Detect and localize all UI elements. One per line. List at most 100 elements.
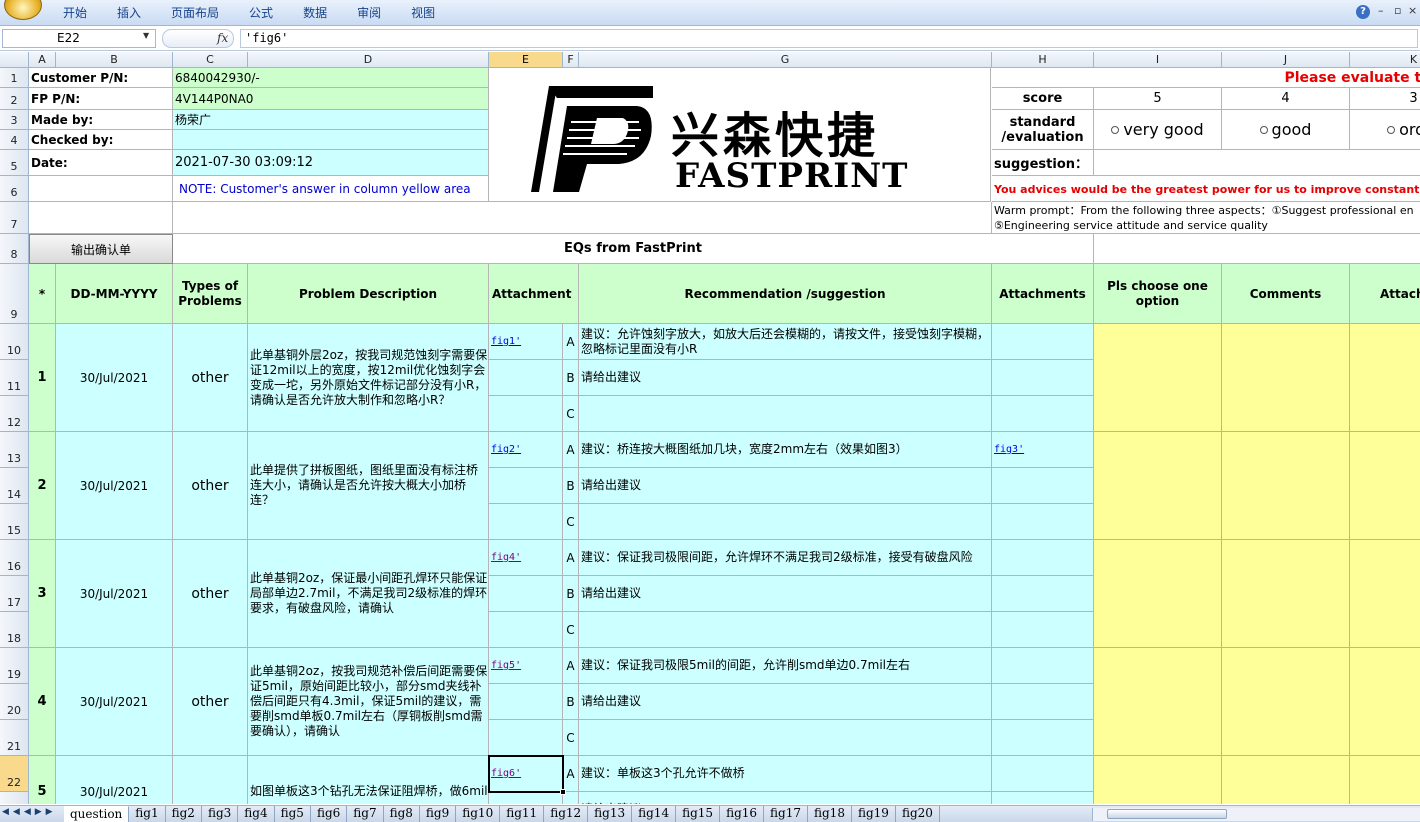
made-by-value[interactable]: 杨荣广 [173,110,489,130]
option-attachment-blank[interactable] [992,792,1094,804]
ribbon-tab-2[interactable]: 页面布局 [156,0,234,26]
row-header-20[interactable]: 20 [0,684,29,720]
sheet-tab-fig13[interactable]: fig13 [588,806,633,822]
option-attachment-blank[interactable] [992,720,1094,756]
option-letter[interactable]: B [563,468,579,504]
horizontal-scrollbar[interactable] [1092,808,1420,821]
checked-by-label[interactable]: Checked by: [29,130,173,150]
date-value[interactable]: 2021-07-30 03:09:12 [173,150,489,176]
row-header-3[interactable]: 3 [0,110,29,130]
question-date[interactable]: 30/Jul/2021 [56,648,173,756]
option-attachment-blank[interactable] [992,396,1094,432]
sheet-tab-fig5[interactable]: fig5 [275,806,311,822]
option-text[interactable]: 建议：保证我司极限间距，允许焊环不满足我司2级标准，接受有破盘风险 [579,540,992,576]
sheet-tab-fig7[interactable]: fig7 [347,806,384,822]
option-letter[interactable]: A [563,432,579,468]
row-header-23[interactable]: 23 [0,792,29,804]
ribbon-tab-5[interactable]: 审阅 [342,0,396,26]
column-header-K[interactable]: K [1350,52,1420,68]
fp-pn-label[interactable]: FP P/N: [29,88,173,110]
option-attachment-blank[interactable] [992,576,1094,612]
sheet-tab-fig20[interactable]: fig20 [896,806,940,822]
radio-icon[interactable] [1111,125,1120,134]
answer-choice-cell[interactable] [1094,648,1222,756]
header-types[interactable]: Types of Problems [173,264,248,324]
row-header-10[interactable]: 10 [0,324,29,360]
sheet-tab-fig15[interactable]: fig15 [676,806,721,822]
row-header-19[interactable]: 19 [0,648,29,684]
ribbon-tab-0[interactable]: 开始 [48,0,102,26]
sheet-tab-fig14[interactable]: fig14 [632,806,677,822]
sheet-tab-fig4[interactable]: fig4 [238,806,275,822]
ribbon-tab-1[interactable]: 插入 [102,0,156,26]
standard-evaluation-label[interactable]: standard /evaluation [992,110,1094,150]
attachment-blank[interactable] [489,792,563,804]
question-type[interactable] [173,756,248,804]
ribbon-tab-6[interactable]: 视图 [396,0,450,26]
sheet-tab-fig6[interactable]: fig6 [311,806,348,822]
option-text[interactable]: 建议：保证我司极限5mil的间距，允许削smd单边0.7mil左右 [579,648,992,684]
row-header-21[interactable]: 21 [0,720,29,756]
option-attachment-blank[interactable] [992,504,1094,540]
fp-pn-value[interactable]: 4V144P0NA0 [173,88,489,110]
question-number[interactable]: 2 [29,432,56,540]
row-header-14[interactable]: 14 [0,468,29,504]
question-number[interactable]: 5 [29,756,56,804]
worksheet[interactable]: A B C D E F G H I J K 1 2 3 4 5 6 7 8 9 10 11 12 13 14 15 16 17 18 19… [0,52,1420,804]
answer-choice-cell[interactable] [1094,324,1222,432]
answer-choice-cell[interactable] [1094,432,1222,540]
sheet-tab-fig3[interactable]: fig3 [202,806,239,822]
name-box[interactable]: E22 [2,29,156,48]
option-text[interactable]: 建议：桥连按大概图纸加几块，宽度2mm左右（效果如图3） [579,432,992,468]
radio-icon[interactable] [1387,125,1396,134]
blank-cell[interactable] [29,176,173,202]
answer-title[interactable]: Answer [1094,234,1420,264]
answer-attachment-cell[interactable] [1350,324,1420,432]
option-letter[interactable]: A [563,648,579,684]
column-header-G[interactable]: G [579,52,992,68]
evaluation-option-2[interactable]: ordin [1350,110,1420,150]
function-button[interactable]: fx [162,29,234,48]
question-description[interactable]: 如图单板这3个钻孔无法保证阻焊桥，做6mil [248,756,489,804]
sheet-tab-fig10[interactable]: fig10 [456,806,501,822]
column-header-F[interactable]: F [563,52,579,68]
scrollbar-thumb[interactable] [1107,809,1227,819]
sheet-nav-arrows-icon[interactable]: ◀◀◀▶▶ [2,807,57,817]
attachment-blank[interactable] [489,504,563,540]
sheet-tab-fig12[interactable]: fig12 [544,806,589,822]
question-date[interactable]: 30/Jul/2021 [56,756,173,804]
column-header-I[interactable]: I [1094,52,1222,68]
select-all-corner[interactable] [0,52,29,68]
answer-comments-cell[interactable] [1222,540,1350,648]
column-header-J[interactable]: J [1222,52,1350,68]
option-attachment-blank[interactable] [992,648,1094,684]
evaluate-prompt[interactable]: Please evaluate the eng [992,68,1420,88]
made-by-label[interactable]: Made by: [29,110,173,130]
restore-icon[interactable]: ▫ [1394,4,1401,17]
row-header-13[interactable]: 13 [0,432,29,468]
option-text[interactable]: 请给出建议 [579,576,992,612]
option-text[interactable]: 建议：单板这3个孔允许不做桥 [579,756,992,792]
row-header-5[interactable]: 5 [0,150,29,176]
question-description[interactable]: 此单基铜2oz，按我司规范补偿后间距需要保证5mil，原始间距比较小，部分smd… [248,648,489,756]
row-header-15[interactable]: 15 [0,504,29,540]
question-type[interactable]: other [173,324,248,432]
option-text[interactable] [579,504,992,540]
attachment-blank[interactable] [489,612,563,648]
output-confirmation-button[interactable]: 输出确认单 [29,234,173,264]
attachment-blank[interactable] [489,360,563,396]
row-header-12[interactable]: 12 [0,396,29,432]
ribbon-tab-3[interactable]: 公式 [234,0,288,26]
question-type[interactable]: other [173,648,248,756]
note-text[interactable]: NOTE: Customer's answer in column yellow… [173,176,489,202]
option-letter[interactable]: A [563,324,579,360]
eqs-title[interactable]: EQs from FastPrint [173,234,1094,264]
option-attachment-blank[interactable] [992,324,1094,360]
column-header-E[interactable]: E [489,52,563,68]
attachment-blank[interactable] [489,576,563,612]
column-header-H[interactable]: H [992,52,1094,68]
column-header-D[interactable]: D [248,52,489,68]
answer-comments-cell[interactable] [1222,648,1350,756]
blank-row7[interactable] [173,202,992,234]
header-attachments-answer[interactable]: Attachm [1350,264,1420,324]
